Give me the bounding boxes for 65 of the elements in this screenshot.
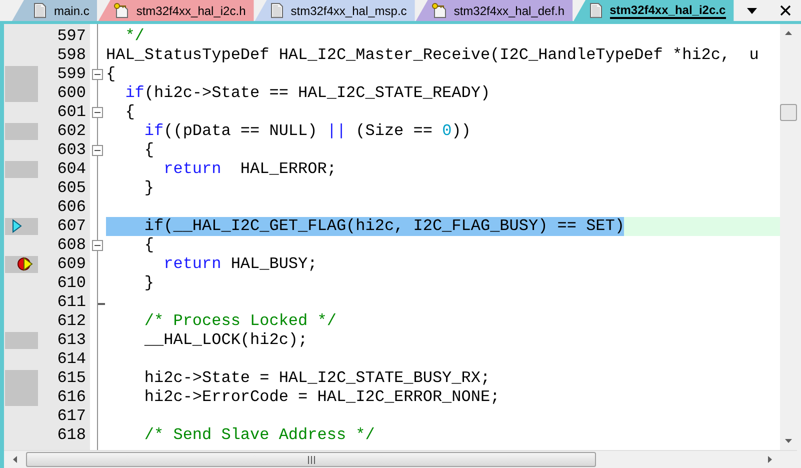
line-number: 617 bbox=[56, 407, 87, 426]
line-number: 601 bbox=[56, 103, 87, 122]
scroll-thumb[interactable] bbox=[26, 452, 596, 467]
scroll-right-icon[interactable] bbox=[767, 455, 773, 464]
code-line: { bbox=[143, 141, 154, 160]
breakpoint-icon[interactable] bbox=[17, 257, 33, 271]
line-number: 597 bbox=[56, 27, 87, 46]
line-number: 609 bbox=[56, 255, 87, 274]
code-line: { bbox=[143, 236, 154, 255]
line-number: 605 bbox=[56, 179, 87, 198]
code-line: hi2c->ErrorCode = HAL_I2C_ERROR_NONE; bbox=[143, 388, 500, 407]
line-number: 610 bbox=[56, 274, 87, 293]
key-file-icon bbox=[114, 3, 128, 18]
line-number: 607 bbox=[56, 217, 87, 236]
scroll-up-icon[interactable] bbox=[784, 30, 793, 36]
code-line: } bbox=[143, 274, 154, 293]
key-file-icon bbox=[432, 3, 446, 18]
collapse-icon[interactable] bbox=[92, 107, 103, 118]
file-tab[interactable]: stm32f4xx_hal_i2c.h bbox=[98, 0, 254, 21]
file-icon bbox=[34, 3, 46, 18]
scroll-left-icon[interactable] bbox=[12, 455, 18, 464]
line-number: 615 bbox=[56, 369, 87, 388]
scroll-thumb[interactable] bbox=[780, 104, 797, 121]
collapse-icon[interactable] bbox=[92, 240, 103, 251]
code-line: /* Send Slave Address */ bbox=[143, 426, 375, 445]
line-number: 612 bbox=[56, 312, 87, 331]
line-number: 608 bbox=[56, 236, 87, 255]
dropdown-icon[interactable] bbox=[746, 6, 758, 16]
code-line: return HAL_BUSY; bbox=[162, 255, 318, 274]
line-number: 600 bbox=[56, 84, 87, 103]
horizontal-scrollbar[interactable] bbox=[4, 450, 797, 468]
line-number: 603 bbox=[56, 141, 87, 160]
line-number: 602 bbox=[56, 122, 87, 141]
line-number: 599 bbox=[56, 65, 87, 84]
line-number: 618 bbox=[56, 426, 87, 445]
line-number: 611 bbox=[56, 293, 87, 312]
code-line: hi2c->State = HAL_I2C_STATE_BUSY_RX; bbox=[143, 369, 490, 388]
scroll-down-icon[interactable] bbox=[784, 438, 793, 444]
collapse-icon[interactable] bbox=[92, 69, 103, 80]
file-tab[interactable]: stm32f4xx_hal_i2c.c bbox=[574, 0, 734, 21]
line-number: 614 bbox=[56, 350, 87, 369]
collapse-icon[interactable] bbox=[92, 145, 103, 156]
file-icon bbox=[590, 3, 602, 18]
code-line: if((pData == NULL) || (Size == 0)) bbox=[143, 122, 471, 141]
line-number: 598 bbox=[56, 46, 87, 65]
file-tab[interactable]: main.c bbox=[12, 0, 98, 21]
line-number: 613 bbox=[56, 331, 87, 350]
line-number: 616 bbox=[56, 388, 87, 407]
code-line: __HAL_LOCK(hi2c); bbox=[143, 331, 308, 350]
code-line: HAL_StatusTypeDef HAL_I2C_Master_Receive(I2C_HandleTypeDef *hi2c, u bbox=[106, 46, 759, 65]
code-line: { bbox=[124, 103, 135, 122]
code-line: return HAL_ERROR; bbox=[162, 160, 336, 179]
code-line: */ bbox=[124, 27, 144, 46]
close-icon[interactable] bbox=[780, 5, 791, 16]
vertical-scrollbar[interactable] bbox=[780, 24, 797, 450]
code-line: { bbox=[106, 65, 116, 84]
grip-icon bbox=[306, 456, 316, 464]
code-line: /* Process Locked */ bbox=[143, 312, 336, 331]
file-tab[interactable]: stm32f4xx_hal_msp.c bbox=[254, 0, 415, 21]
code-line: if(hi2c->State == HAL_I2C_STATE_READY) bbox=[124, 84, 490, 103]
code-line: } bbox=[143, 179, 154, 198]
line-number: 604 bbox=[56, 160, 87, 179]
file-icon bbox=[270, 3, 283, 18]
line-number: 606 bbox=[56, 198, 87, 217]
file-tab[interactable]: stm32f4xx_hal_def.h bbox=[416, 0, 573, 21]
